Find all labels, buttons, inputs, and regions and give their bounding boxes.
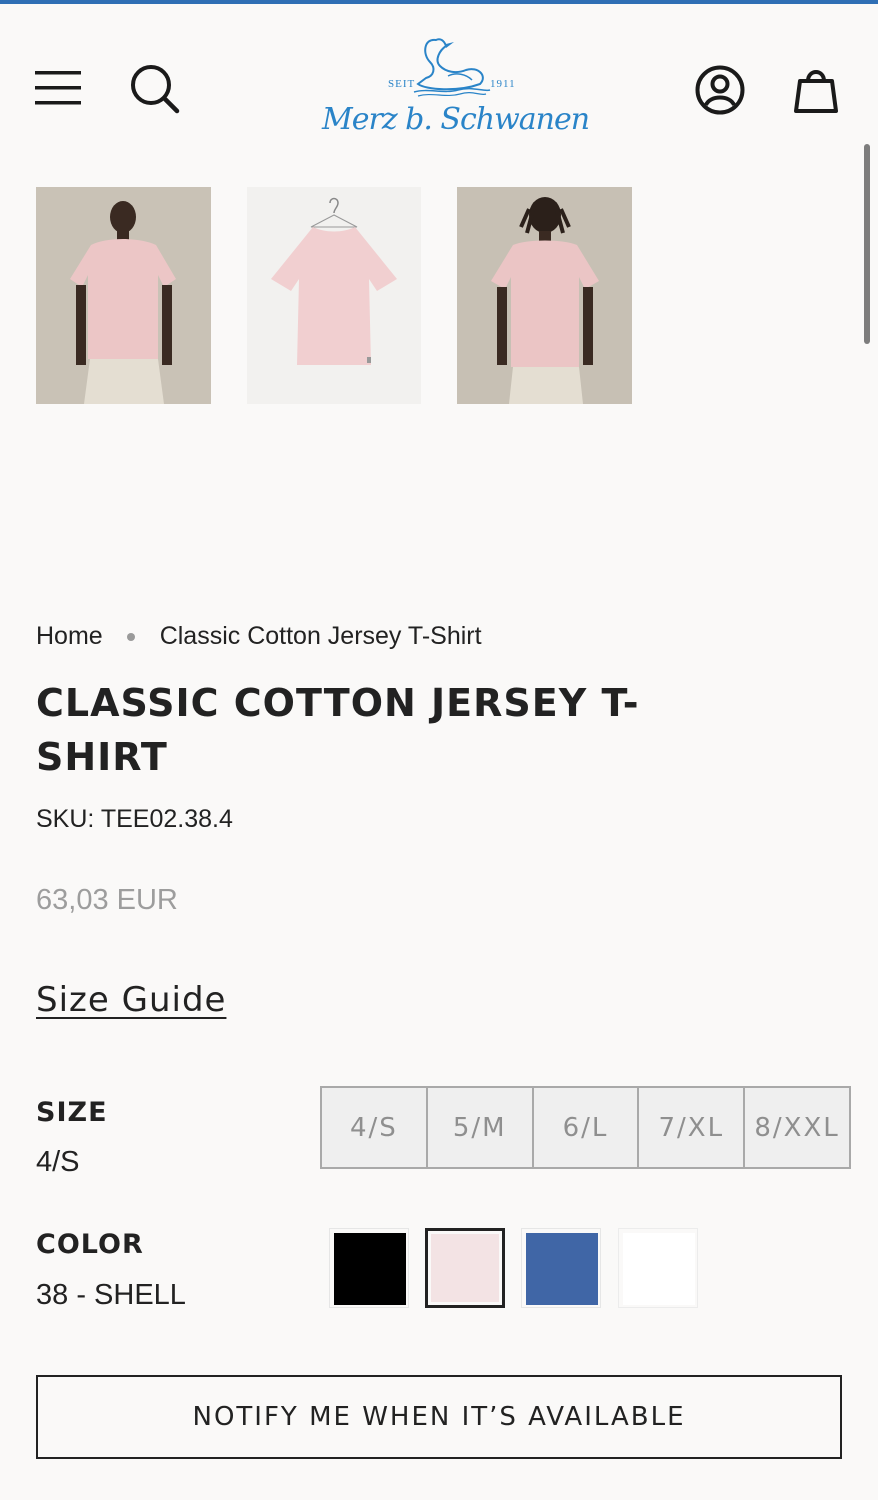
account-icon	[695, 65, 745, 115]
breadcrumb-separator-dot	[126, 632, 135, 641]
size-button-6l[interactable]: 6/L	[534, 1088, 640, 1167]
swatch-fill	[526, 1233, 598, 1305]
product-thumbnail-flat[interactable]	[247, 187, 421, 404]
product-price: 63,03 EUR	[36, 884, 178, 916]
swatch-fill	[431, 1234, 499, 1302]
size-button-4s[interactable]: 4/S	[322, 1088, 428, 1167]
model-back-image	[457, 187, 632, 404]
page-scrollbar[interactable]	[864, 144, 870, 344]
color-swatch-white[interactable]	[618, 1228, 698, 1308]
account-button[interactable]	[690, 60, 750, 120]
swatch-fill	[334, 1233, 406, 1305]
cart-button[interactable]	[786, 60, 846, 120]
color-swatch-blue[interactable]	[521, 1228, 601, 1308]
swatch-fill	[623, 1233, 695, 1305]
breadcrumb-home-link[interactable]: Home	[36, 622, 103, 651]
breadcrumb-current: Classic Cotton Jersey T-Shirt	[159, 622, 482, 650]
site-header: SEIT 1911 Merz b. Schwanen	[0, 4, 878, 154]
color-swatch-black[interactable]	[329, 1228, 409, 1308]
size-button-7xl[interactable]: 7/XL	[639, 1088, 746, 1167]
product-sku: SKU: TEE02.38.4	[36, 805, 233, 833]
color-swatch-shell[interactable]	[425, 1228, 505, 1308]
search-icon	[131, 65, 180, 114]
search-button[interactable]	[126, 60, 184, 118]
logo-year-text: 1911	[490, 78, 516, 90]
size-guide-link[interactable]: Size Guide	[36, 980, 226, 1020]
menu-icon	[35, 71, 81, 105]
logo-wordmark: Merz b. Schwanen	[322, 102, 590, 137]
size-selected-value: 4/S	[36, 1146, 80, 1178]
product-thumbnail-front[interactable]	[36, 187, 211, 404]
size-selector: 4/S 5/M 6/L 7/XL 8/XXL	[320, 1086, 851, 1169]
size-button-5m[interactable]: 5/M	[428, 1088, 534, 1167]
color-selected-value: 38 - SHELL	[36, 1279, 186, 1311]
color-option-label: COLOR	[36, 1229, 144, 1260]
product-title: CLASSIC COTTON JERSEY T-SHIRT	[36, 681, 640, 779]
model-front-image	[36, 187, 211, 404]
breadcrumb: Home Classic Cotton Jersey T-Shirt	[36, 622, 482, 651]
flat-hanger-image	[247, 187, 421, 404]
brand-logo[interactable]: SEIT 1911 Merz b. Schwanen	[318, 32, 590, 148]
notify-me-button[interactable]: NOTIFY ME WHEN IT’S AVAILABLE	[36, 1375, 842, 1459]
size-option-label: SIZE	[36, 1097, 108, 1128]
product-thumbnail-back[interactable]	[457, 187, 632, 404]
cart-icon	[794, 70, 838, 113]
logo-since-text: SEIT	[388, 78, 416, 90]
size-button-8xxl[interactable]: 8/XXL	[745, 1088, 849, 1167]
menu-button[interactable]	[30, 64, 86, 112]
